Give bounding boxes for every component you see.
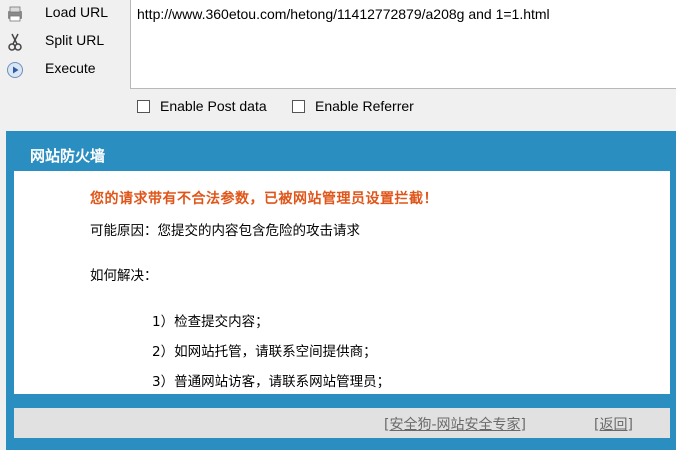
solution-heading: 如何解决： (90, 268, 158, 284)
enable-referrer-option[interactable]: Enable Referrer (292, 98, 414, 114)
play-icon (7, 62, 23, 78)
execute-button[interactable]: Execute (0, 56, 128, 84)
block-warning: 您的请求带有不合法参数，已被网站管理员设置拦截！ (90, 191, 438, 207)
hackbar-toolbar: Load URL Split URL Execute http://www.36… (0, 0, 676, 124)
load-url-label: Load URL (45, 4, 109, 20)
enable-referrer-label: Enable Referrer (315, 98, 414, 114)
enable-post-data-checkbox[interactable] (137, 99, 150, 113)
enable-post-data-option[interactable]: Enable Post data (137, 98, 267, 114)
firewall-footer: [安全狗-网站安全专家] [返回] (14, 408, 670, 438)
firewall-title: 网站防火墙 (30, 147, 106, 165)
safedog-link[interactable]: [安全狗-网站安全专家] (384, 414, 526, 434)
scissors-icon (8, 33, 22, 51)
split-url-button[interactable]: Split URL (0, 28, 128, 56)
block-reason: 可能原因：您提交的内容包含危险的攻击请求 (90, 223, 360, 239)
solution-step: 1）检查提交内容； (152, 314, 269, 330)
firewall-message-box: 您的请求带有不合法参数，已被网站管理员设置拦截！ 可能原因：您提交的内容包含危险… (14, 171, 670, 394)
solution-step: 3）普通网站访客，请联系网站管理员； (152, 374, 391, 390)
back-link[interactable]: [返回] (594, 414, 633, 434)
solution-step: 2）如网站托管，请联系空间提供商； (152, 344, 377, 360)
split-url-label: Split URL (45, 32, 105, 48)
load-url-icon (8, 6, 22, 22)
execute-label: Execute (45, 60, 96, 76)
enable-referrer-checkbox[interactable] (292, 99, 305, 113)
enable-post-data-label: Enable Post data (160, 98, 267, 114)
url-textarea[interactable]: http://www.360etou.com/hetong/1141277287… (130, 0, 676, 89)
firewall-panel: 网站防火墙 您的请求带有不合法参数，已被网站管理员设置拦截！ 可能原因：您提交的… (6, 131, 676, 450)
load-url-button[interactable]: Load URL (0, 0, 128, 28)
